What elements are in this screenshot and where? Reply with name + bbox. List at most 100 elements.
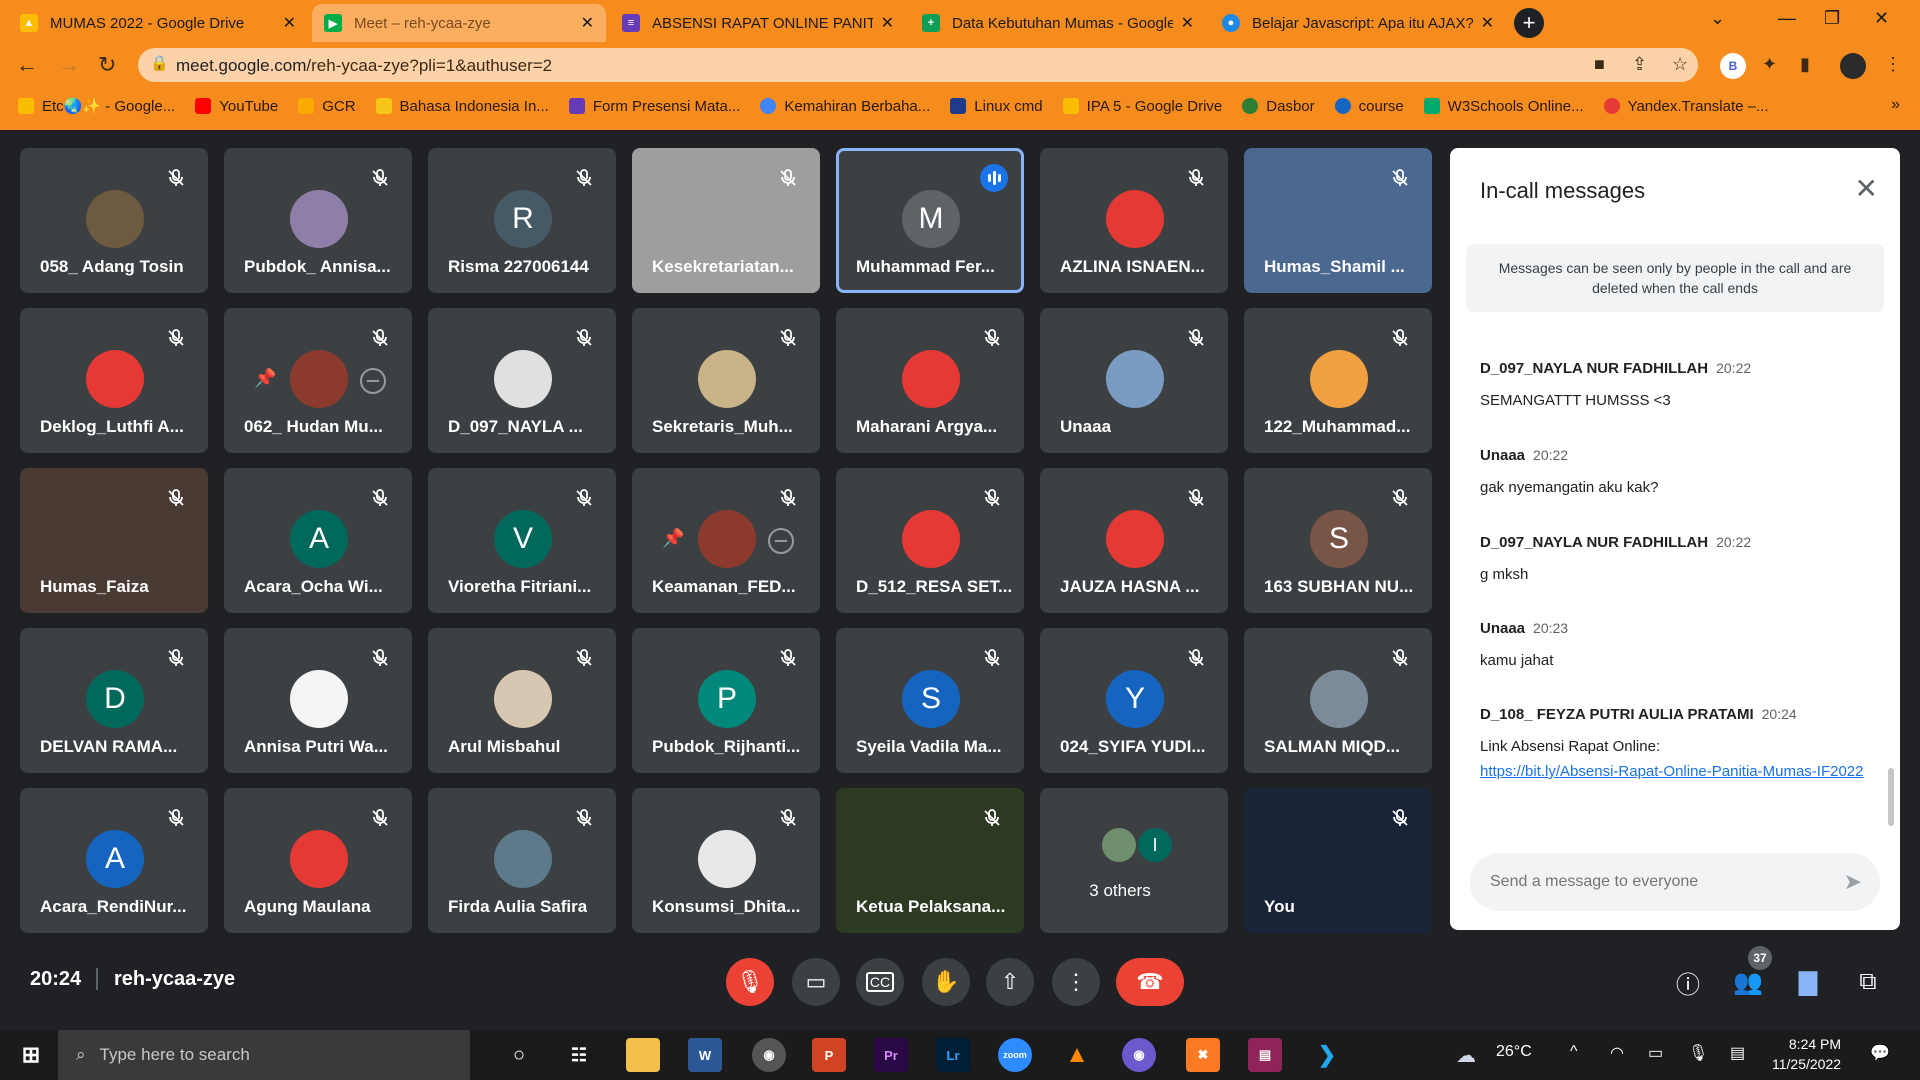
winrar-icon[interactable]: ▤	[1248, 1038, 1282, 1072]
more-options-button[interactable]: ⋮	[1052, 958, 1100, 1006]
leave-call-button[interactable]: ☎	[1116, 958, 1184, 1006]
participant-tile[interactable]: SALMAN MIQD...	[1244, 628, 1432, 773]
back-icon[interactable]: ←	[16, 52, 38, 78]
bookmark-item[interactable]: course	[1334, 98, 1404, 115]
participant-tile[interactable]: 058_ Adang Tosin	[20, 148, 208, 293]
participant-tile[interactable]: A Acara_RendiNur...	[20, 788, 208, 933]
remove-icon[interactable]	[768, 528, 794, 554]
participant-tile[interactable]: I 3 others	[1040, 788, 1228, 933]
taskbar-search[interactable]: ⌕ Type here to search	[58, 1030, 470, 1080]
close-tab-icon[interactable]: ✕	[1181, 13, 1194, 33]
more-bookmarks-icon[interactable]: »	[1891, 96, 1900, 114]
url-text[interactable]: meet.google.com/reh-ycaa-zye?pli=1&authu…	[176, 56, 552, 76]
participant-tile[interactable]: Konsumsi_Dhita...	[632, 788, 820, 933]
tab-ajax[interactable]: ● Belajar Javascript: Apa itu AJAX? | ✕	[1210, 4, 1506, 42]
vscode-icon[interactable]: ❯	[1310, 1038, 1344, 1072]
extensions-icon[interactable]: ✦	[1762, 54, 1777, 75]
participant-tile[interactable]: AZLINA ISNAEN...	[1040, 148, 1228, 293]
tab-meet[interactable]: ▶ Meet – reh-ycaa-zye ✕	[312, 4, 606, 42]
task-view-icon[interactable]: ○	[502, 1038, 536, 1072]
close-window-icon[interactable]: ✕	[1874, 8, 1889, 29]
bookmark-item[interactable]: Kemahiran Berbaha...	[760, 98, 930, 115]
bookmark-item[interactable]: IPA 5 - Google Drive	[1062, 98, 1222, 115]
pin-icon[interactable]: 📌	[254, 368, 276, 389]
participant-tile[interactable]: D_512_RESA SET...	[836, 468, 1024, 613]
camera-button[interactable]: ▭	[792, 958, 840, 1006]
chrome-icon[interactable]: ◉	[752, 1038, 786, 1072]
tray-chevron-icon[interactable]: ^	[1570, 1043, 1578, 1061]
participant-tile[interactable]: V Vioretha Fitriani...	[428, 468, 616, 613]
lock-icon[interactable]: 🔒	[150, 54, 169, 72]
participant-tile[interactable]: S Syeila Vadila Ma...	[836, 628, 1024, 773]
wifi-icon[interactable]: ◠	[1610, 1043, 1624, 1063]
zoom-icon[interactable]: zoom	[998, 1038, 1032, 1072]
bookmark-item[interactable]: Linux cmd	[950, 98, 1043, 115]
participant-tile[interactable]: Unaaa	[1040, 308, 1228, 453]
close-tab-icon[interactable]: ✕	[283, 13, 296, 33]
word-icon[interactable]: W	[688, 1038, 722, 1072]
maximize-icon[interactable]: ❐	[1824, 8, 1840, 29]
participant-tile[interactable]: Ketua Pelaksana...	[836, 788, 1024, 933]
participant-tile[interactable]: D_097_NAYLA ...	[428, 308, 616, 453]
tab-absensi-form[interactable]: ≡ ABSENSI RAPAT ONLINE PANITIA ✕	[610, 4, 906, 42]
bookmark-item[interactable]: YouTube	[195, 98, 278, 115]
remove-icon[interactable]	[360, 368, 386, 394]
system-clock[interactable]: 8:24 PM 11/25/2022	[1772, 1034, 1841, 1074]
mic-off-button[interactable]: 🎙	[726, 958, 774, 1006]
participant-tile[interactable]: Sekretaris_Muh...	[632, 308, 820, 453]
chat-scrollbar[interactable]	[1888, 768, 1894, 826]
send-icon[interactable]: ➤	[1844, 869, 1862, 895]
file-explorer-icon[interactable]	[626, 1038, 660, 1072]
bookmark-item[interactable]: GCR	[298, 98, 356, 115]
captions-button[interactable]: CC	[856, 958, 904, 1006]
participant-tile[interactable]: You	[1244, 788, 1432, 933]
participant-tile[interactable]: P Pubdok_Rijhanti...	[632, 628, 820, 773]
reload-icon[interactable]: ↻	[98, 52, 116, 78]
side-panel-icon[interactable]: ▮	[1800, 54, 1810, 75]
chat-input[interactable]	[1490, 853, 1820, 911]
close-icon[interactable]: ✕	[1855, 172, 1878, 205]
participant-tile[interactable]: 122_Muhammad...	[1244, 308, 1432, 453]
close-tab-icon[interactable]: ✕	[881, 13, 894, 33]
participant-tile[interactable]: Agung Maulana	[224, 788, 412, 933]
participant-tile[interactable]: Y 024_SYIFA YUDI...	[1040, 628, 1228, 773]
participant-tile[interactable]: A Acara_Ocha Wi...	[224, 468, 412, 613]
keyboard-icon[interactable]: ▤	[1730, 1043, 1745, 1063]
activities-button[interactable]: ⧉	[1848, 962, 1888, 1002]
bookmark-item[interactable]: W3Schools Online...	[1423, 98, 1584, 115]
close-tab-icon[interactable]: ✕	[581, 13, 594, 33]
share-icon[interactable]: ⇪	[1632, 54, 1647, 75]
chat-button[interactable]: ▇	[1788, 962, 1828, 1002]
weather-icon[interactable]: ☁	[1456, 1043, 1476, 1068]
powerpoint-icon[interactable]: P	[812, 1038, 846, 1072]
participant-tile[interactable]: Annisa Putri Wa...	[224, 628, 412, 773]
participant-tile[interactable]: S 163 SUBHAN NU...	[1244, 468, 1432, 613]
minimize-icon[interactable]: —	[1778, 8, 1796, 29]
bookmark-item[interactable]: Bahasa Indonesia In...	[375, 98, 549, 115]
xampp-icon[interactable]: ✖	[1186, 1038, 1220, 1072]
participant-tile[interactable]: Humas_Shamil ...	[1244, 148, 1432, 293]
participant-tile[interactable]: Firda Aulia Safira	[428, 788, 616, 933]
vlc-icon[interactable]: ▲	[1060, 1038, 1094, 1072]
participant-tile[interactable]: Keamanan_FED... 📌	[632, 468, 820, 613]
participant-tile[interactable]: Maharani Argya...	[836, 308, 1024, 453]
bookmark-item[interactable]: Yandex.Translate –...	[1603, 98, 1769, 115]
bookmark-item[interactable]: Etc🌏✨ - Google...	[18, 97, 175, 115]
profile-avatar[interactable]: B	[1720, 53, 1746, 79]
tab-search-icon[interactable]: ⌄	[1710, 8, 1725, 29]
chrome-profile-icon[interactable]: ◉	[1122, 1038, 1156, 1072]
mic-icon[interactable]: 🎙	[1688, 1043, 1708, 1063]
participant-tile[interactable]: 062_ Hudan Mu... 📌	[224, 308, 412, 453]
close-tab-icon[interactable]: ✕	[1481, 13, 1494, 33]
widgets-icon[interactable]: ☷	[562, 1038, 596, 1072]
participant-tile[interactable]: Arul Misbahul	[428, 628, 616, 773]
menu-icon[interactable]: ⋮	[1884, 54, 1902, 75]
lightroom-icon[interactable]: Lr	[936, 1038, 970, 1072]
bookmark-item[interactable]: Form Presensi Mata...	[568, 98, 740, 115]
participant-tile[interactable]: Pubdok_ Annisa...	[224, 148, 412, 293]
bookmark-item[interactable]: Dasbor	[1242, 98, 1315, 115]
camera-icon[interactable]: ■	[1594, 54, 1605, 75]
participant-tile[interactable]: R Risma 227006144	[428, 148, 616, 293]
pin-icon[interactable]: 📌	[662, 528, 684, 549]
tab-data-kebutuhan[interactable]: + Data Kebutuhan Mumas - Google ✕	[910, 4, 1206, 42]
